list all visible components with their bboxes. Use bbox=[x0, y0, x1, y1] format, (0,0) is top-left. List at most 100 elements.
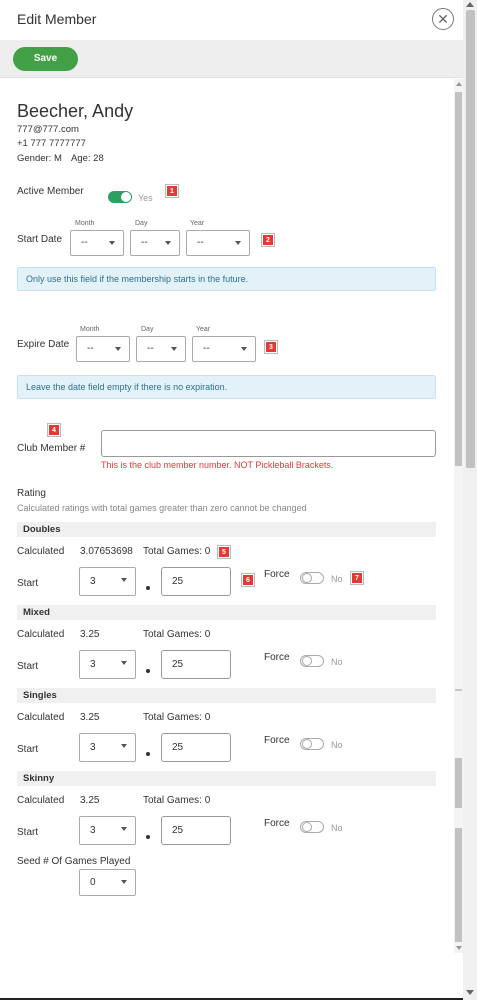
scroll-down-arrow-icon[interactable] bbox=[466, 990, 474, 995]
decimal-point bbox=[146, 752, 150, 756]
start-year-value: -- bbox=[197, 237, 204, 248]
doubles-total-games: Total Games: 0 bbox=[143, 546, 211, 557]
annotation-badge-7: 7 bbox=[351, 572, 363, 584]
annotation-badge-6: 6 bbox=[242, 574, 254, 586]
club-member-input[interactable] bbox=[101, 430, 436, 457]
expire-year-label: Year bbox=[196, 326, 211, 333]
skinny-start-int-select[interactable]: 3 bbox=[79, 816, 136, 845]
chevron-down-icon bbox=[109, 241, 115, 245]
member-phone: +1 777 7777777 bbox=[17, 138, 86, 149]
skinny-force-toggle[interactable] bbox=[300, 821, 324, 833]
club-member-label: Club Member # bbox=[17, 443, 86, 454]
decimal-point bbox=[146, 835, 150, 839]
mixed-start-int-select[interactable]: 3 bbox=[79, 650, 136, 679]
seed-label: Seed # Of Games Played bbox=[17, 856, 131, 867]
doubles-start-int-select[interactable]: 3 bbox=[79, 567, 136, 596]
section-doubles: Doubles bbox=[17, 522, 436, 537]
force-label: Force bbox=[264, 818, 290, 829]
member-age: Age: 28 bbox=[71, 153, 104, 164]
expire-month-label: Month bbox=[80, 326, 100, 333]
chevron-down-icon bbox=[241, 347, 247, 351]
start-label: Start bbox=[17, 578, 39, 589]
save-button[interactable]: Save bbox=[13, 47, 78, 71]
chevron-down-icon bbox=[165, 241, 171, 245]
annotation-badge-1: 1 bbox=[166, 185, 178, 197]
skinny-start-dec-input[interactable] bbox=[161, 816, 231, 845]
close-icon[interactable]: ✕ bbox=[432, 8, 454, 30]
skinny-start-int-value: 3 bbox=[90, 825, 96, 836]
expire-day-select[interactable]: -- bbox=[136, 336, 186, 362]
doubles-start-int-value: 3 bbox=[90, 576, 96, 587]
seed-games-value: 0 bbox=[90, 877, 96, 888]
calculated-label: Calculated bbox=[17, 712, 65, 723]
force-label: Force bbox=[264, 652, 290, 663]
mixed-force-toggle[interactable] bbox=[300, 655, 324, 667]
expire-year-select[interactable]: -- bbox=[192, 336, 256, 362]
calculated-label: Calculated bbox=[17, 795, 65, 806]
annotation-badge-2: 2 bbox=[262, 234, 274, 246]
start-month-label: Month bbox=[75, 220, 95, 227]
start-month-value: -- bbox=[81, 237, 88, 248]
section-skinny: Skinny bbox=[17, 771, 436, 786]
chevron-down-icon bbox=[121, 827, 127, 831]
start-date-label: Start Date bbox=[17, 234, 63, 245]
expire-date-label: Expire Date bbox=[17, 339, 70, 350]
mixed-total-games: Total Games: 0 bbox=[143, 629, 211, 640]
force-label: Force bbox=[264, 569, 290, 580]
scroll-down-arrow-icon[interactable] bbox=[455, 946, 462, 950]
expire-month-value: -- bbox=[87, 343, 94, 354]
singles-start-int-value: 3 bbox=[90, 742, 96, 753]
start-year-label: Year bbox=[190, 220, 205, 227]
chevron-down-icon bbox=[121, 578, 127, 582]
chevron-down-icon bbox=[171, 347, 177, 351]
doubles-start-dec-input[interactable] bbox=[161, 567, 231, 596]
scroll-up-arrow-icon[interactable] bbox=[466, 2, 474, 7]
singles-force-toggle[interactable] bbox=[300, 738, 324, 750]
singles-start-dec-input[interactable] bbox=[161, 733, 231, 762]
doubles-force-toggle[interactable] bbox=[300, 572, 324, 584]
member-email: 777@777.com bbox=[17, 124, 79, 135]
mixed-start-int-value: 3 bbox=[90, 659, 96, 670]
chevron-down-icon bbox=[235, 241, 241, 245]
club-member-error: This is the club member number. NOT Pick… bbox=[101, 460, 334, 470]
scroll-up-arrow-icon[interactable] bbox=[455, 82, 462, 86]
start-year-select[interactable]: -- bbox=[186, 230, 250, 256]
expire-day-label: Day bbox=[141, 326, 154, 333]
panel-scroll-thumb[interactable] bbox=[455, 92, 462, 466]
skinny-total-games: Total Games: 0 bbox=[143, 795, 211, 806]
toggle-knob bbox=[302, 822, 312, 832]
start-label: Start bbox=[17, 827, 39, 838]
expire-date-info: Leave the date field empty if there is n… bbox=[17, 375, 436, 399]
decimal-point bbox=[146, 586, 150, 590]
mixed-calculated-value: 3.25 bbox=[80, 629, 100, 640]
toggle-knob bbox=[302, 656, 312, 666]
section-mixed: Mixed bbox=[17, 605, 436, 620]
force-label: Force bbox=[264, 735, 290, 746]
mixed-start-dec-input[interactable] bbox=[161, 650, 231, 679]
active-member-toggle[interactable] bbox=[108, 191, 132, 203]
start-month-select[interactable]: -- bbox=[70, 230, 124, 256]
expire-month-select[interactable]: -- bbox=[76, 336, 130, 362]
singles-total-games: Total Games: 0 bbox=[143, 712, 211, 723]
annotation-badge-5: 5 bbox=[218, 546, 230, 558]
page-title: Edit Member bbox=[17, 11, 97, 27]
active-member-label: Active Member bbox=[17, 186, 84, 197]
start-day-label: Day bbox=[135, 220, 148, 227]
mixed-force-value: No bbox=[331, 657, 343, 667]
start-day-value: -- bbox=[141, 237, 148, 248]
doubles-force-value: No bbox=[331, 574, 343, 584]
window-scroll-thumb[interactable] bbox=[466, 10, 475, 468]
chevron-down-icon bbox=[115, 347, 121, 351]
singles-start-int-select[interactable]: 3 bbox=[79, 733, 136, 762]
panel-scroll-segment bbox=[455, 828, 462, 942]
start-day-select[interactable]: -- bbox=[130, 230, 180, 256]
chevron-down-icon bbox=[121, 744, 127, 748]
start-label: Start bbox=[17, 661, 39, 672]
rating-label: Rating bbox=[17, 488, 46, 499]
panel-scroll-segment bbox=[455, 758, 462, 808]
seed-games-select[interactable]: 0 bbox=[79, 869, 136, 896]
toggle-knob bbox=[302, 573, 312, 583]
skinny-calculated-value: 3.25 bbox=[80, 795, 100, 806]
toggle-knob bbox=[302, 739, 312, 749]
calculated-label: Calculated bbox=[17, 629, 65, 640]
